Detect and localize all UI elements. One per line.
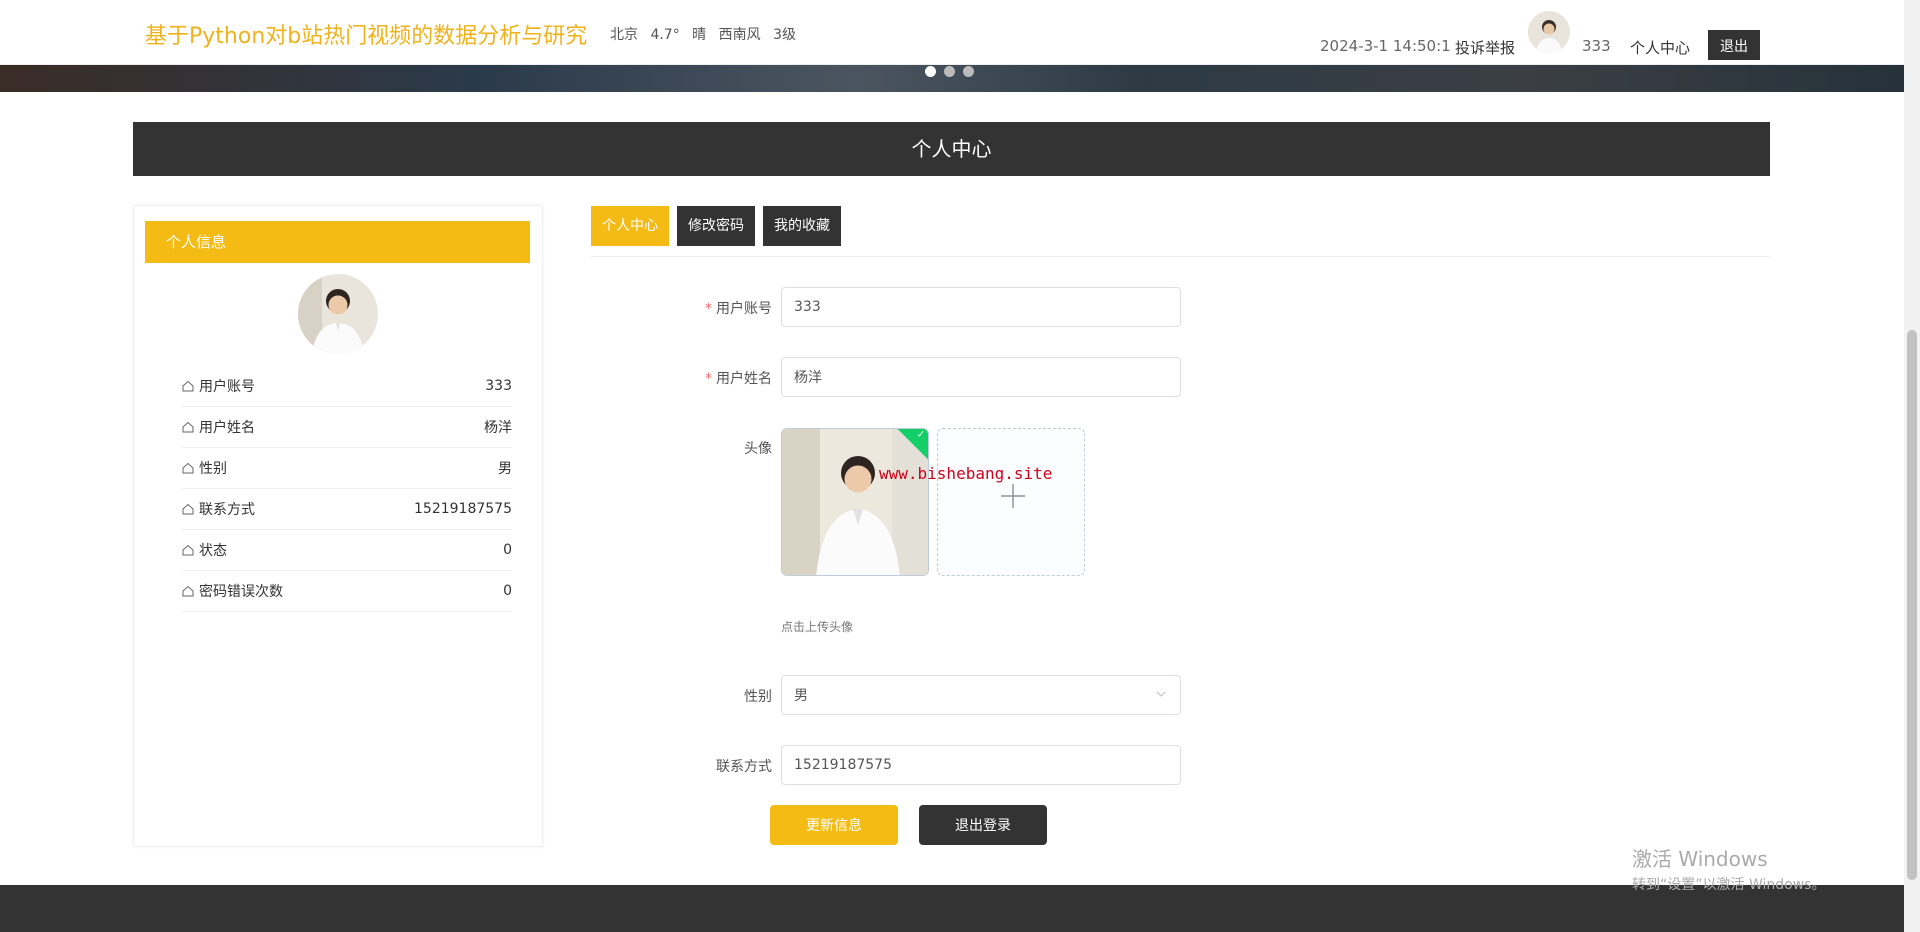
weather-condition: 晴 — [692, 27, 707, 43]
info-value: 男 — [498, 461, 512, 477]
gender-label: 性别 — [744, 689, 772, 705]
home-icon — [182, 421, 194, 433]
tab-my-favorites[interactable]: 我的收藏 — [763, 206, 841, 246]
profile-card-header: 个人信息 — [145, 221, 530, 263]
upload-avatar-button[interactable] — [937, 428, 1085, 576]
phone-input[interactable] — [781, 745, 1181, 785]
required-mark: * — [705, 371, 712, 387]
weather-temperature: 4.7° — [650, 27, 680, 43]
header-username: 333 — [1582, 37, 1611, 55]
info-value: 0 — [503, 542, 512, 558]
tab-change-password[interactable]: 修改密码 — [677, 206, 755, 246]
site-title[interactable]: 基于Python对b站热门视频的数据分析与研究 — [145, 18, 587, 50]
name-label-text: 用户姓名 — [716, 371, 772, 387]
complaint-link[interactable]: 投诉举报 — [1455, 37, 1515, 58]
info-value: 杨洋 — [484, 420, 512, 436]
info-label: 性别 — [199, 461, 227, 477]
account-label-text: 用户账号 — [716, 301, 772, 317]
carousel-dot[interactable] — [963, 66, 974, 77]
home-icon — [182, 503, 194, 515]
weather-wind-direction: 西南风 — [718, 27, 761, 43]
page-scrollbar[interactable] — [1904, 0, 1920, 932]
watermark-text: www.bishebang.site — [879, 464, 1053, 483]
info-value: 333 — [485, 378, 512, 394]
windows-activation-notice: 激活 Windows 转到“设置”以激活 Windows。 — [1632, 843, 1825, 894]
account-input[interactable] — [781, 287, 1181, 327]
phone-label: 联系方式 — [716, 759, 772, 775]
weather-city: 北京 — [610, 27, 638, 43]
chevron-down-icon — [1156, 691, 1166, 697]
plus-icon — [1001, 484, 1025, 508]
footer — [0, 885, 1904, 932]
required-mark: * — [705, 301, 712, 317]
logout-account-button[interactable]: 退出登录 — [919, 805, 1047, 845]
home-icon — [182, 544, 194, 556]
home-icon — [182, 585, 194, 597]
profile-avatar — [298, 274, 378, 354]
name-input[interactable] — [781, 357, 1181, 397]
activation-title: 激活 Windows — [1632, 847, 1768, 871]
profile-card: 个人信息 用户账号 333 用户姓名 杨洋 性别 男 联系方式 15219187… — [133, 205, 543, 847]
home-icon — [182, 380, 194, 392]
scrollbar-thumb[interactable] — [1907, 330, 1917, 880]
carousel-indicators — [925, 66, 974, 77]
gender-select[interactable] — [781, 675, 1181, 715]
uploaded-avatar[interactable]: ✓ — [781, 428, 929, 576]
current-datetime: 2024-3-1 14:50:1 — [1320, 37, 1451, 55]
top-header: 基于Python对b站热门视频的数据分析与研究 北京 4.7° 晴 西南风 3级… — [0, 0, 1904, 65]
info-label: 用户姓名 — [199, 420, 255, 436]
logout-button[interactable]: 退出 — [1708, 30, 1760, 60]
info-row-phone: 联系方式 15219187575 — [182, 489, 512, 530]
info-row-account: 用户账号 333 — [182, 366, 512, 407]
tab-divider — [591, 256, 1770, 257]
info-row-status: 状态 0 — [182, 530, 512, 571]
weather-info: 北京 4.7° 晴 西南风 3级 — [610, 24, 804, 44]
profile-info-list: 用户账号 333 用户姓名 杨洋 性别 男 联系方式 15219187575 状… — [182, 366, 512, 612]
tab-personal-center[interactable]: 个人中心 — [591, 206, 669, 246]
name-label: * 用户姓名 — [652, 368, 772, 388]
info-label: 联系方式 — [199, 502, 255, 518]
carousel-dot[interactable] — [925, 66, 936, 77]
info-label: 密码错误次数 — [199, 584, 283, 600]
account-label: * 用户账号 — [652, 298, 772, 318]
info-value: 15219187575 — [414, 501, 512, 517]
carousel-dot[interactable] — [944, 66, 955, 77]
avatar-label: 头像 — [744, 441, 772, 457]
check-icon: ✓ — [916, 429, 926, 441]
user-center-link[interactable]: 个人中心 — [1630, 37, 1690, 58]
upload-hint: 点击上传头像 — [781, 620, 854, 634]
info-label: 用户账号 — [199, 379, 255, 395]
weather-wind-level: 3级 — [773, 27, 796, 43]
info-value: 0 — [503, 583, 512, 599]
page-title: 个人中心 — [133, 122, 1770, 176]
info-row-gender: 性别 男 — [182, 448, 512, 489]
info-label: 状态 — [199, 543, 227, 559]
info-row-name: 用户姓名 杨洋 — [182, 407, 512, 448]
activation-subtitle: 转到“设置”以激活 Windows。 — [1632, 877, 1826, 893]
info-row-password-errors: 密码错误次数 0 — [182, 571, 512, 612]
home-icon — [182, 462, 194, 474]
avatar[interactable] — [1528, 11, 1570, 53]
update-info-button[interactable]: 更新信息 — [770, 805, 898, 845]
